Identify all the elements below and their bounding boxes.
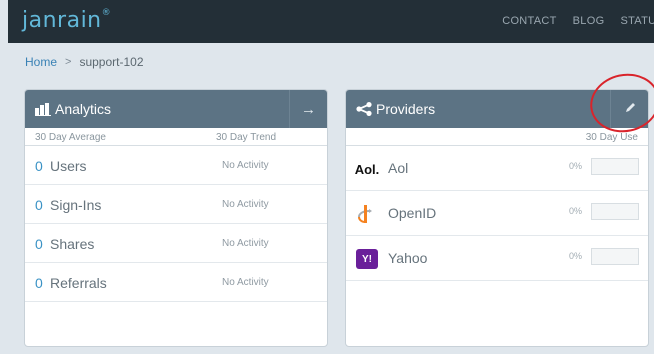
sign-ins-trend: No Activity: [222, 199, 269, 210]
janrain-logo[interactable]: janrain®: [22, 8, 111, 33]
analytics-row-shares[interactable]: 0 Shares No Activity: [25, 224, 327, 263]
analytics-row-referrals[interactable]: 0 Referrals No Activity: [25, 263, 327, 302]
yahoo-logo-icon: Y!: [356, 248, 378, 270]
analytics-title: Analytics: [55, 101, 112, 117]
provider-percent: 0%: [569, 251, 583, 261]
analytics-panel: Analytics → 30 Day Average 30 Day Trend …: [24, 89, 328, 347]
providers-edit-button[interactable]: [610, 90, 648, 128]
nav-status-link[interactable]: STATUS: [620, 15, 654, 27]
analytics-row-users[interactable]: 0 Users No Activity: [25, 146, 327, 185]
breadcrumb: Home > support-102: [25, 55, 144, 69]
shares-trend: No Activity: [222, 238, 269, 249]
provider-percent: 0%: [569, 161, 583, 171]
openid-logo-icon: [356, 203, 378, 225]
providers-title: Providers: [376, 101, 436, 117]
referrals-label: Referrals: [50, 275, 107, 291]
provider-name: Yahoo: [388, 250, 428, 266]
analytics-column-headers: 30 Day Average 30 Day Trend: [25, 128, 327, 146]
shares-count: 0: [35, 236, 43, 252]
nav-contact-link[interactable]: CONTACT: [502, 15, 556, 27]
users-trend: No Activity: [222, 160, 269, 171]
top-nav-bar: janrain® CONTACT BLOG STATUS: [8, 0, 654, 43]
provider-name: Aol: [388, 160, 409, 176]
provider-name: OpenID: [388, 205, 437, 221]
col-30-day-trend: 30 Day Trend: [216, 132, 277, 143]
aol-logo-icon: Aol.: [354, 158, 380, 180]
top-nav: CONTACT BLOG STATUS: [502, 15, 654, 27]
bar-chart-icon: [35, 102, 51, 116]
providers-panel-header: Providers: [346, 90, 648, 128]
analytics-row-sign-ins[interactable]: 0 Sign-Ins No Activity: [25, 185, 327, 224]
arrow-right-icon: →: [301, 100, 316, 118]
sign-ins-count: 0: [35, 197, 43, 213]
aol-logo-text: Aol.: [354, 161, 380, 177]
col-30-day-average: 30 Day Average: [35, 132, 106, 143]
breadcrumb-separator-icon: >: [65, 56, 72, 68]
users-count: 0: [35, 158, 43, 174]
providers-column-headers: 30 Day Use: [346, 128, 648, 146]
share-icon: [356, 102, 372, 116]
shares-label: Shares: [50, 236, 95, 252]
referrals-trend: No Activity: [222, 277, 269, 288]
breadcrumb-home-link[interactable]: Home: [25, 55, 57, 69]
providers-panel: Providers 30 Day Use Aol. Aol 0% OpenID …: [345, 89, 649, 347]
referrals-count: 0: [35, 275, 43, 291]
provider-usage-bar: [591, 248, 639, 265]
provider-percent: 0%: [569, 206, 583, 216]
analytics-panel-header: Analytics →: [25, 90, 327, 128]
breadcrumb-current: support-102: [79, 55, 144, 69]
yahoo-logo-text: Y!: [356, 249, 378, 269]
col-30-day-use: 30 Day Use: [585, 132, 638, 143]
logo-text: janrain: [22, 8, 102, 33]
provider-row-openid[interactable]: OpenID 0%: [346, 191, 648, 236]
provider-usage-bar: [591, 158, 639, 175]
logo-trademark: ®: [101, 8, 112, 18]
provider-row-yahoo[interactable]: Y! Yahoo 0%: [346, 236, 648, 281]
pencil-icon: [624, 101, 636, 118]
analytics-expand-button[interactable]: →: [289, 90, 327, 128]
users-label: Users: [50, 158, 87, 174]
provider-usage-bar: [591, 203, 639, 220]
sign-ins-label: Sign-Ins: [50, 197, 102, 213]
nav-blog-link[interactable]: BLOG: [573, 15, 605, 27]
provider-row-aol[interactable]: Aol. Aol 0%: [346, 146, 648, 191]
